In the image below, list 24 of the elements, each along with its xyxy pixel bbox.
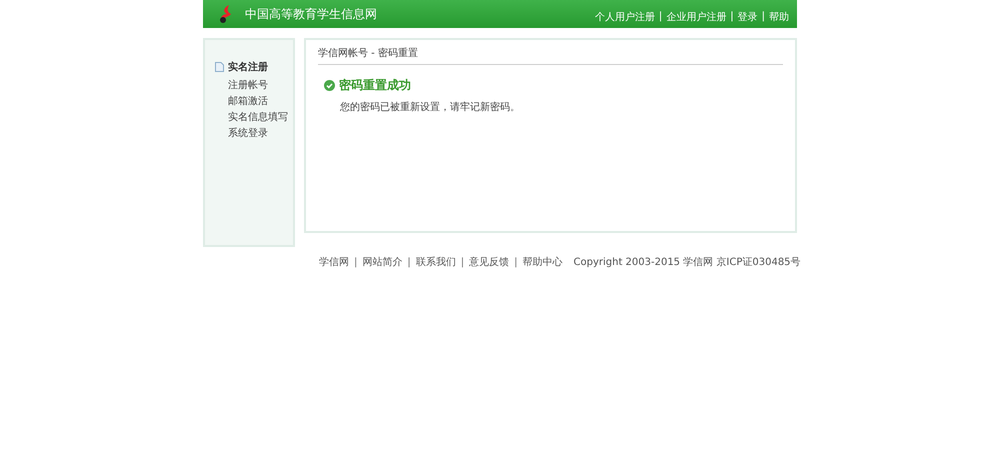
sidebar-item[interactable]: 注册帐号: [205, 78, 293, 94]
nav-separator: |: [730, 11, 734, 22]
sidebar-item[interactable]: 实名信息填写: [205, 110, 293, 126]
footer-separator: |: [407, 256, 411, 268]
copyright: Copyright 2003-2015 学信网 京ICP证030485号: [574, 256, 801, 269]
sidebar-item[interactable]: 邮箱激活: [205, 94, 293, 110]
nav-separator: |: [762, 11, 765, 22]
footer-separator: |: [460, 256, 464, 268]
document-icon: [215, 62, 224, 72]
footer-link[interactable]: 联系我们: [416, 255, 456, 269]
check-circle-icon: [324, 80, 335, 91]
site-name: 中国高等教育学生信息网: [245, 6, 377, 22]
success-heading: 密码重置成功: [339, 77, 411, 94]
footer-link[interactable]: 帮助中心: [522, 255, 562, 269]
footer-link[interactable]: 意见反馈: [469, 255, 510, 269]
footer-separator: |: [514, 256, 518, 268]
breadcrumb: 学信网帐号 - 密码重置: [318, 46, 783, 65]
sidebar-title: 实名注册: [228, 60, 268, 74]
footer-link[interactable]: 网站简介: [362, 255, 402, 269]
nav-separator: |: [658, 11, 662, 22]
sidebar-item[interactable]: 系统登录: [205, 126, 293, 142]
footer-link[interactable]: 学信网: [319, 255, 349, 269]
success-message: 您的密码已被重新设置，请牢记新密码。: [340, 100, 521, 114]
footer-separator: |: [354, 256, 358, 268]
